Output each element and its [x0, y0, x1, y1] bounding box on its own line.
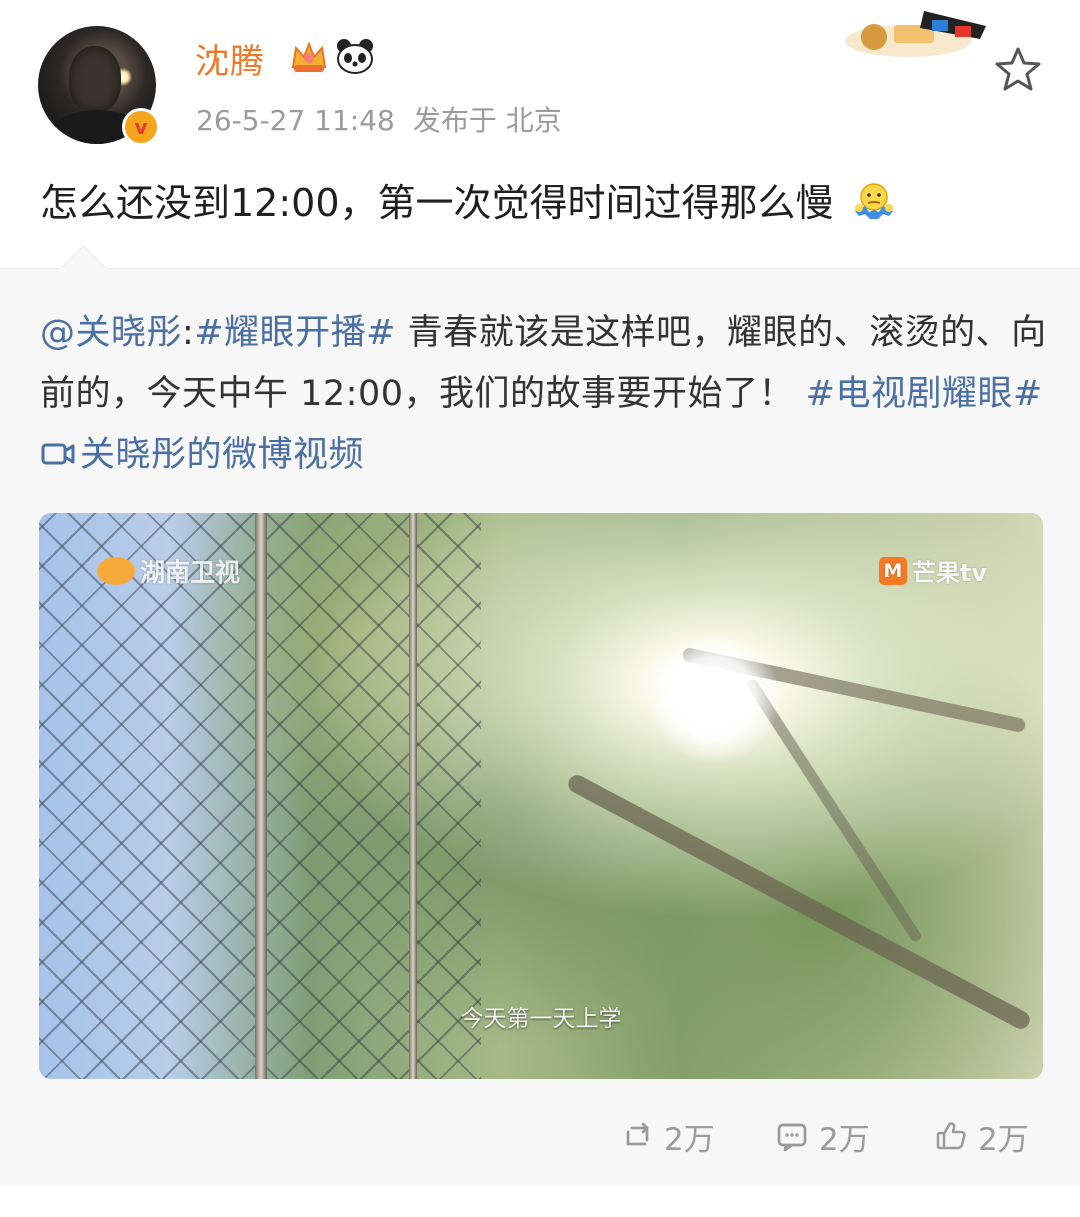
mango-tv-watermark: M 芒果tv [878, 553, 987, 588]
author-name[interactable]: 沈腾 [195, 34, 265, 83]
mention-link[interactable]: @关晓彤 [40, 313, 182, 353]
verified-badge-icon: v [122, 108, 160, 146]
avatar-face [69, 46, 121, 112]
post-actions: 2万 2万 2万 [0, 1108, 1080, 1178]
comment-icon [777, 1123, 807, 1152]
hashtag-link[interactable]: #耀眼开播# [194, 313, 396, 353]
hashtag-link[interactable]: #电视剧耀眼# [806, 374, 1043, 414]
mention-colon: : [182, 313, 195, 353]
comment-button[interactable]: 2万 [775, 1108, 870, 1164]
repost-count: 2万 [664, 1121, 715, 1158]
sun-flare [649, 633, 779, 763]
hunan-tv-logo-icon [97, 557, 135, 585]
post-content-text: 怎么还没到12:00，第一次觉得时间过得那么慢 [40, 181, 834, 225]
comment-count: 2万 [819, 1121, 870, 1158]
tree-branch [565, 771, 1033, 1033]
shrug-icon [854, 183, 893, 219]
crown-icon [291, 41, 327, 72]
favorite-star-icon[interactable] [990, 42, 1046, 98]
post-timestamp: 26-5-27 11:48 [196, 104, 395, 137]
mango-tv-logo-icon: M [878, 556, 907, 585]
video-thumbnail[interactable]: 湖南卫视 M 芒果tv 今天第一天上学 [39, 513, 1043, 1079]
like-icon [936, 1122, 966, 1150]
like-count: 2万 [978, 1121, 1029, 1158]
panda-icon [337, 39, 373, 74]
repost-icon [626, 1122, 649, 1146]
like-button[interactable]: 2万 [934, 1108, 1029, 1164]
post-header: v 沈腾 26-5-27 11:48 发布于 北京 怎么还没到12:00，第一次觉… [0, 0, 1080, 268]
video-link[interactable]: 关晓彤的微博视频 [40, 435, 364, 475]
fence-post [409, 513, 417, 1079]
video-subtitle: 今天第一天上学 [460, 1006, 622, 1032]
hunan-tv-watermark-text: 湖南卫视 [140, 558, 241, 587]
post-location: 发布于 北京 [412, 104, 562, 137]
reposted-text: @关晓彤:#耀眼开播# 青春就该是这样吧，耀眼的、滚烫的、向前的，今天中午 12… [40, 303, 1050, 486]
hunan-tv-watermark: 湖南卫视 [97, 553, 240, 589]
mango-tv-watermark-text: 芒果tv [911, 559, 987, 587]
fence-post [255, 513, 267, 1079]
post-content: 怎么还没到12:00，第一次觉得时间过得那么慢 [40, 176, 1050, 230]
decoration-icon [845, 11, 986, 57]
post-meta: 26-5-27 11:48 发布于 北京 [196, 99, 580, 139]
video-link-icon [41, 443, 75, 465]
repost-button[interactable]: 2万 [620, 1108, 715, 1164]
bottom-spacer [0, 1186, 1080, 1217]
video-link-label[interactable]: 关晓彤的微博视频 [80, 435, 364, 475]
